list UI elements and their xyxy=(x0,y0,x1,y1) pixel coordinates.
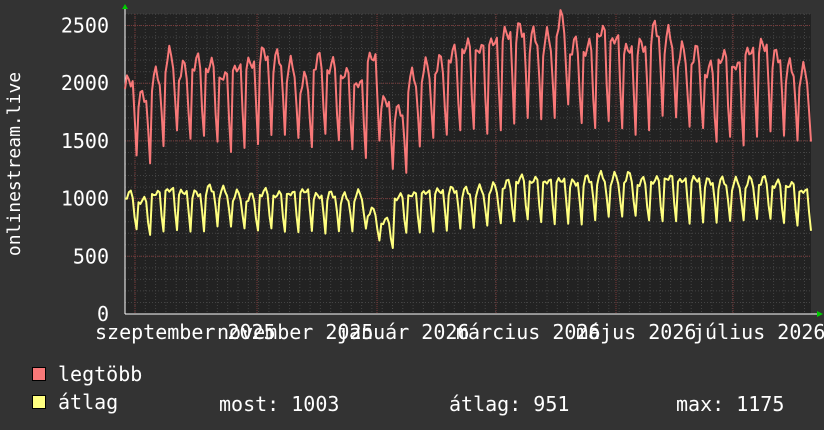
legend-item-avg: átlag xyxy=(32,390,119,414)
legend-swatch-avg xyxy=(32,395,46,409)
legend-item-max: legtöbb xyxy=(32,362,143,386)
x-tick-label: május 2026 xyxy=(576,320,696,344)
y-tick-label: 500 xyxy=(73,244,109,268)
y-tick-label: 1000 xyxy=(61,187,109,211)
stat-max: max: 1175 xyxy=(676,392,785,416)
legend-swatch-max xyxy=(32,367,46,381)
y-axis-arrow xyxy=(122,4,128,9)
x-tick-label: január 2026 xyxy=(337,320,469,344)
x-axis-arrow xyxy=(817,311,823,317)
y-tick-label: 1500 xyxy=(61,129,109,153)
y-tick-label: 2500 xyxy=(61,14,109,38)
chart: 05001000150020002500szeptember 2025novem… xyxy=(4,4,824,344)
x-tick-label: július 2026 xyxy=(693,320,824,344)
legend-label-max: legtöbb xyxy=(58,362,143,386)
legend-label-avg: átlag xyxy=(58,390,119,414)
y-tick-label: 2000 xyxy=(61,71,109,95)
stat-current: most: 1003 xyxy=(219,392,340,416)
stat-average: átlag: 951 xyxy=(449,392,570,416)
y-axis-label: onlinestream.live xyxy=(4,72,25,256)
